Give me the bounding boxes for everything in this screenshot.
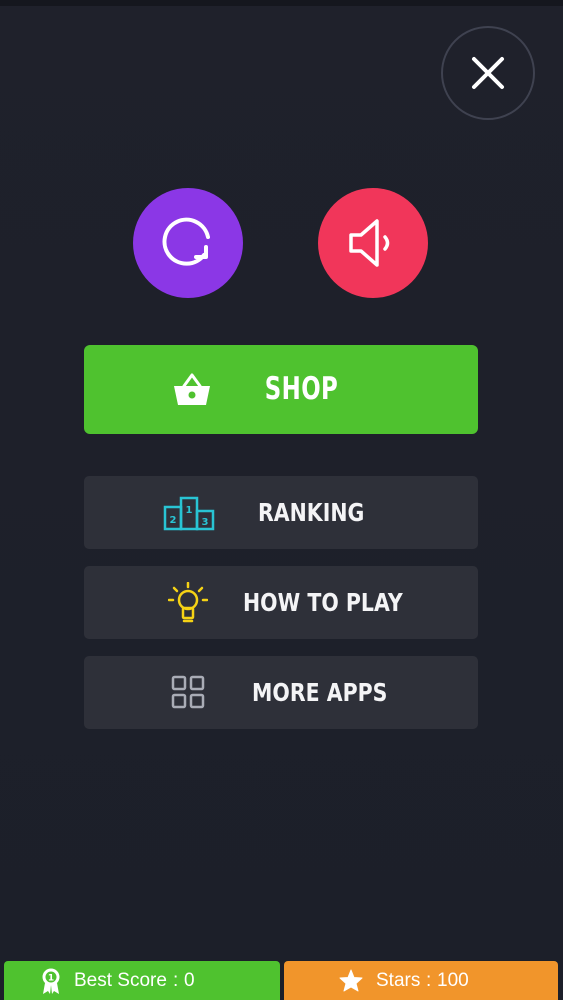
podium-number-3: 3 — [202, 517, 209, 528]
best-score-bar: 1 Best Score : 0 — [4, 961, 280, 1000]
medal-icon: 1 — [42, 968, 60, 994]
status-strip — [0, 0, 563, 6]
lightbulb-icon — [168, 582, 208, 623]
best-score-separator: : — [173, 969, 179, 991]
ranking-label: RANKING — [258, 498, 365, 527]
grid-icon — [171, 675, 205, 709]
stars-separator: : — [426, 969, 432, 991]
shop-label: SHOP — [264, 371, 339, 407]
pause-menu-screen: SHOP 2 1 3 RANKING HOW TO PLAY MORE APPS… — [0, 0, 563, 1000]
star-icon — [339, 969, 363, 992]
podium-number-1: 1 — [186, 505, 193, 516]
shop-button[interactable]: SHOP — [84, 345, 478, 434]
speaker-icon — [349, 219, 390, 267]
stars-bar: Stars : 100 — [284, 961, 558, 1000]
stars-value: 100 — [437, 969, 469, 991]
best-score-value: 0 — [184, 969, 195, 991]
sound-button[interactable] — [318, 188, 428, 298]
stars-label: Stars — [376, 969, 421, 991]
how-to-play-label: HOW TO PLAY — [243, 588, 403, 617]
podium-number-2: 2 — [170, 515, 177, 526]
restart-button[interactable] — [133, 188, 243, 298]
more-apps-button[interactable]: MORE APPS — [84, 656, 478, 729]
medal-number: 1 — [48, 974, 54, 984]
restart-icon — [162, 217, 210, 266]
close-icon — [472, 57, 504, 89]
ranking-button[interactable]: 2 1 3 RANKING — [84, 476, 478, 549]
how-to-play-button[interactable]: HOW TO PLAY — [84, 566, 478, 639]
more-apps-label: MORE APPS — [252, 678, 388, 707]
podium-icon: 2 1 3 — [163, 496, 215, 531]
close-button[interactable] — [441, 26, 535, 120]
best-score-label: Best Score — [74, 969, 167, 991]
